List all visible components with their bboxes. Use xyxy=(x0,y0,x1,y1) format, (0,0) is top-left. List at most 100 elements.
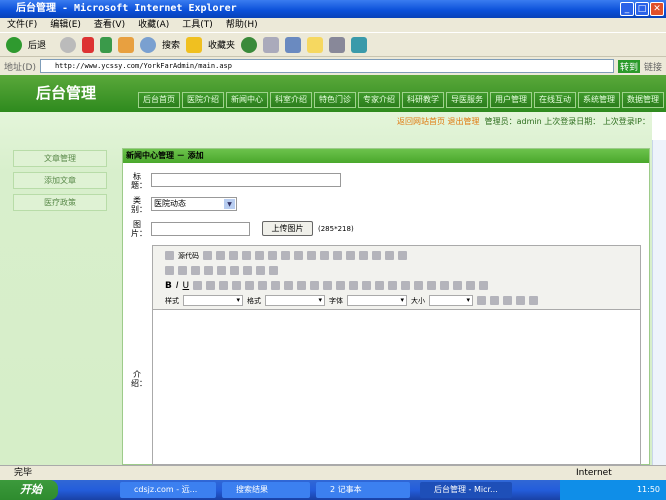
page-break-icon[interactable] xyxy=(479,281,489,290)
align-left-icon[interactable] xyxy=(310,281,320,290)
menu-help[interactable]: 帮助(H) xyxy=(226,20,258,30)
search-button[interactable]: 搜索 xyxy=(162,38,180,51)
button-icon[interactable] xyxy=(243,266,252,275)
text-color-icon[interactable] xyxy=(477,296,486,305)
form-icon[interactable] xyxy=(165,266,174,275)
minimize-button[interactable]: _ xyxy=(620,2,634,16)
nav-tab[interactable]: 系统管理 xyxy=(578,92,620,108)
ordered-list-icon[interactable] xyxy=(232,281,242,290)
title-input[interactable] xyxy=(151,173,341,187)
editor-content-area[interactable] xyxy=(153,310,640,460)
size-select[interactable]: ▾ xyxy=(429,295,473,306)
source-button[interactable]: 源代码 xyxy=(178,251,199,261)
menu-edit[interactable]: 编辑(E) xyxy=(50,20,81,30)
nav-tab[interactable]: 特色门诊 xyxy=(314,92,356,108)
category-select[interactable]: 医院动态 ▼ xyxy=(151,197,237,211)
favorites-star-icon[interactable] xyxy=(186,36,203,53)
research-icon[interactable] xyxy=(329,36,346,53)
template-icon[interactable] xyxy=(242,251,251,260)
edit-icon[interactable] xyxy=(285,36,302,53)
remove-format-icon[interactable] xyxy=(398,251,407,260)
undo-icon[interactable] xyxy=(333,251,342,260)
taskbar-item[interactable]: 搜索结果 xyxy=(222,482,310,498)
menu-favorites[interactable]: 收藏(A) xyxy=(138,20,169,30)
anchor-icon[interactable] xyxy=(388,281,398,290)
sidebar-item-article-manage[interactable]: 文章管理 xyxy=(13,150,107,167)
nav-tab[interactable]: 数据管理 xyxy=(622,92,664,108)
bold-icon[interactable]: B xyxy=(165,281,172,291)
align-right-icon[interactable] xyxy=(336,281,346,290)
underline-icon[interactable]: U xyxy=(183,281,190,291)
nav-tab[interactable]: 医院介绍 xyxy=(182,92,224,108)
radio-icon[interactable] xyxy=(191,266,200,275)
font-select[interactable]: ▾ xyxy=(347,295,407,306)
blockquote-icon[interactable] xyxy=(284,281,294,290)
bg-color-icon[interactable] xyxy=(490,296,499,305)
nav-tab[interactable]: 在线互动 xyxy=(534,92,576,108)
close-button[interactable]: ✕ xyxy=(650,2,664,16)
logout-link[interactable]: 退出管理 xyxy=(448,117,480,126)
textfield-icon[interactable] xyxy=(204,266,213,275)
back-button[interactable]: 后退 xyxy=(28,38,46,51)
maximize-button[interactable]: □ xyxy=(635,2,649,16)
unlink-icon[interactable] xyxy=(375,281,385,290)
cut-icon[interactable] xyxy=(255,251,264,260)
stop-icon[interactable] xyxy=(82,36,95,53)
redo-icon[interactable] xyxy=(346,251,355,260)
preview-icon[interactable] xyxy=(229,251,238,260)
print-icon[interactable] xyxy=(263,36,280,53)
special-char-icon[interactable] xyxy=(466,281,476,290)
nav-tab[interactable]: 科研教学 xyxy=(402,92,444,108)
div-icon[interactable] xyxy=(297,281,307,290)
indent-icon[interactable] xyxy=(271,281,281,290)
back-icon[interactable] xyxy=(6,36,22,53)
new-page-icon[interactable] xyxy=(216,251,225,260)
table-icon[interactable] xyxy=(427,281,437,290)
checkbox-icon[interactable] xyxy=(178,266,187,275)
nav-tab[interactable]: 后台首页 xyxy=(138,92,180,108)
home-icon[interactable] xyxy=(118,36,135,53)
menu-tools[interactable]: 工具(T) xyxy=(182,20,213,30)
nav-tab[interactable]: 专家介绍 xyxy=(358,92,400,108)
messenger-icon[interactable] xyxy=(351,36,368,53)
image-icon[interactable] xyxy=(401,281,411,290)
search-icon[interactable] xyxy=(140,36,157,53)
hidden-field-icon[interactable] xyxy=(269,266,278,275)
smiley-icon[interactable] xyxy=(453,281,463,290)
chevron-down-icon[interactable]: ▼ xyxy=(224,199,235,209)
image-button-icon[interactable] xyxy=(256,266,265,275)
italic-icon[interactable]: I xyxy=(176,281,179,291)
unordered-list-icon[interactable] xyxy=(245,281,255,290)
history-icon[interactable] xyxy=(241,36,258,53)
textarea-icon[interactable] xyxy=(217,266,226,275)
outdent-icon[interactable] xyxy=(258,281,268,290)
favorites-button[interactable]: 收藏夹 xyxy=(208,38,235,51)
folder-icon[interactable] xyxy=(307,36,324,53)
vertical-scrollbar[interactable] xyxy=(652,140,666,465)
sidebar-item-add-article[interactable]: 添加文章 xyxy=(13,172,107,189)
select-all-icon[interactable] xyxy=(385,251,394,260)
save-icon[interactable] xyxy=(203,251,212,260)
spellcheck-icon[interactable] xyxy=(320,251,329,260)
paste-text-icon[interactable] xyxy=(294,251,303,260)
links-button[interactable]: 链接 xyxy=(644,60,662,73)
sidebar-item-medical-policy[interactable]: 医疗政策 xyxy=(13,194,107,211)
copy-icon[interactable] xyxy=(268,251,277,260)
menu-file[interactable]: 文件(F) xyxy=(7,20,37,30)
replace-icon[interactable] xyxy=(372,251,381,260)
refresh-icon[interactable] xyxy=(100,36,113,53)
find-icon[interactable] xyxy=(359,251,368,260)
start-button[interactable]: 开始 xyxy=(0,480,58,500)
help-icon[interactable] xyxy=(529,296,538,305)
back-to-site-link[interactable]: 返回网站首页 xyxy=(397,117,445,126)
horizontal-rule-icon[interactable] xyxy=(440,281,450,290)
align-center-icon[interactable] xyxy=(323,281,333,290)
format-select[interactable]: ▾ xyxy=(265,295,325,306)
nav-tab[interactable]: 用户管理 xyxy=(490,92,532,108)
justify-icon[interactable] xyxy=(349,281,359,290)
select-field-icon[interactable] xyxy=(230,266,239,275)
flash-icon[interactable] xyxy=(414,281,424,290)
link-icon[interactable] xyxy=(362,281,372,290)
nav-tab[interactable]: 导医服务 xyxy=(446,92,488,108)
paste-icon[interactable] xyxy=(281,251,290,260)
